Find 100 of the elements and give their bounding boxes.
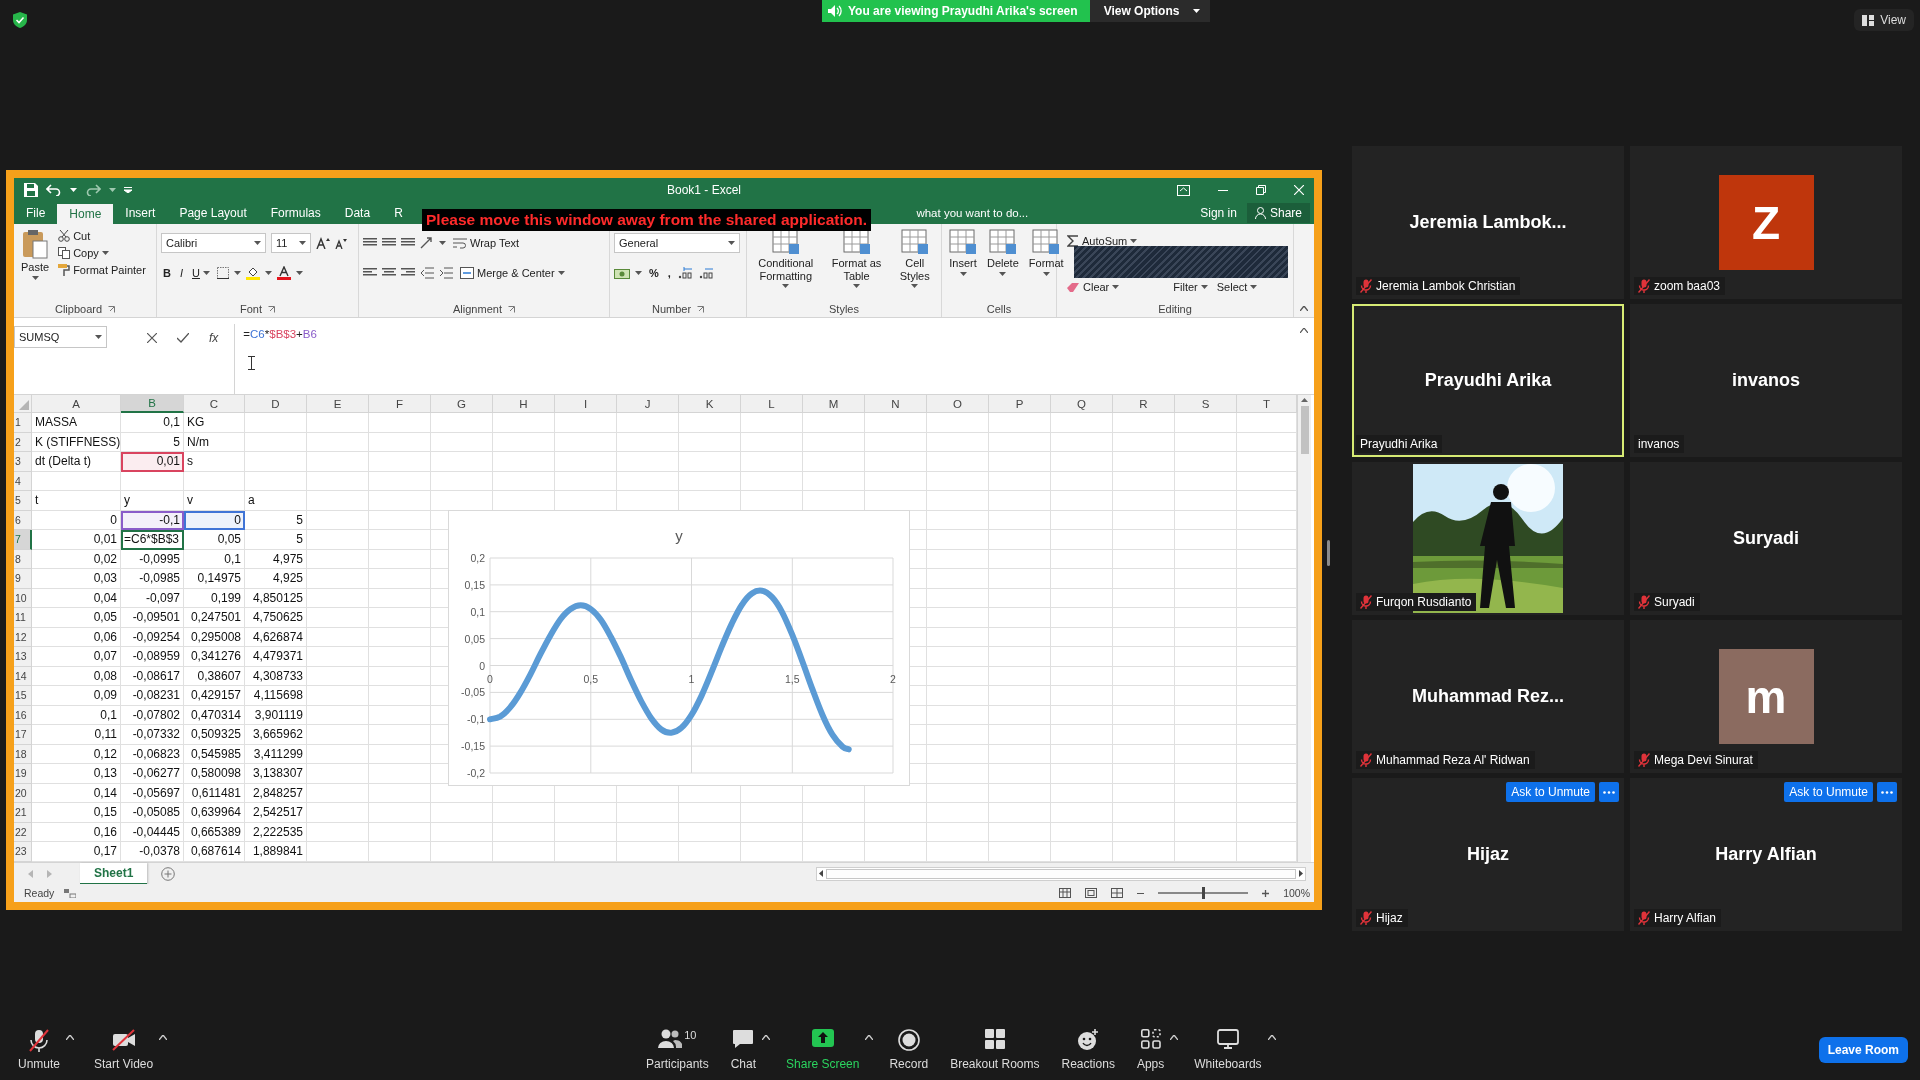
decrease-decimal-icon[interactable] [698, 267, 715, 279]
ribbon-button[interactable]: % [647, 266, 661, 280]
toolbar-button[interactable]: Apps [1130, 1029, 1171, 1071]
toolbar-button[interactable]: Share Screen [780, 1029, 866, 1071]
row-header[interactable]: 5 [14, 491, 32, 511]
toolbar-button[interactable]: Whiteboards [1188, 1029, 1268, 1071]
ribbon-tab[interactable]: R [382, 202, 415, 224]
ribbon-button[interactable]: U [190, 266, 212, 280]
column-header[interactable]: B [121, 395, 184, 413]
scrollbar-thumb[interactable] [1300, 406, 1309, 454]
column-header[interactable]: H [493, 395, 555, 413]
scrollbar-thumb[interactable] [826, 868, 1296, 879]
name-box[interactable]: SUMSQ [14, 326, 107, 348]
row-header[interactable]: 20 [14, 783, 32, 803]
sign-in-link[interactable]: Sign in [1194, 205, 1243, 221]
font-color-icon[interactable] [276, 266, 291, 280]
arrow-left-icon[interactable] [819, 870, 823, 877]
row-header[interactable]: 14 [14, 666, 32, 686]
ribbon-tab[interactable]: Data [332, 202, 383, 224]
page-break-icon[interactable] [1111, 888, 1124, 898]
column-header[interactable]: M [803, 395, 865, 413]
font-name-field[interactable]: Calibri [161, 233, 266, 253]
column-header[interactable]: S [1175, 395, 1237, 413]
number-format-field[interactable]: General [614, 233, 740, 253]
accounting-icon[interactable] [614, 267, 630, 279]
grow-font-icon[interactable] [316, 237, 330, 249]
row-header[interactable]: 21 [14, 803, 32, 823]
redo-icon[interactable] [85, 184, 101, 196]
shrink-font-icon[interactable] [335, 237, 347, 249]
dialog-launcher-icon[interactable] [108, 305, 116, 313]
ribbon-button[interactable]: I [177, 266, 185, 280]
row-header[interactable]: 2 [14, 432, 32, 452]
align-right-icon[interactable] [401, 267, 415, 279]
toolbar-button[interactable]: Start Video [88, 1029, 160, 1071]
minimize-icon[interactable] [1218, 189, 1228, 191]
column-header[interactable]: R [1113, 395, 1175, 413]
save-icon[interactable] [24, 183, 38, 197]
ribbon-tab[interactable]: Insert [113, 202, 168, 224]
align-bottom-icon[interactable] [401, 237, 415, 249]
more-button[interactable] [1877, 782, 1897, 802]
table-icon[interactable] [771, 229, 800, 255]
row-header[interactable]: 17 [14, 725, 32, 745]
close-icon[interactable] [1294, 185, 1304, 195]
column-header[interactable]: E [307, 395, 369, 413]
align-center-icon[interactable] [382, 267, 396, 279]
ribbon-button[interactable]: Select [1214, 280, 1260, 294]
ribbon-tab[interactable]: Page Layout [167, 202, 259, 224]
undo-icon[interactable] [46, 184, 62, 196]
page-layout-icon[interactable] [1085, 888, 1098, 898]
horizontal-scrollbar[interactable] [816, 866, 1306, 881]
toolbar-button[interactable]: Unmute [12, 1029, 67, 1071]
row-header[interactable]: 13 [14, 647, 32, 667]
view-button[interactable]: View [1854, 9, 1914, 31]
ribbon-tab[interactable]: Formulas [258, 202, 333, 224]
caret-icon[interactable] [1300, 328, 1308, 333]
slider-thumb[interactable] [1202, 887, 1206, 899]
ribbon-button[interactable]: , [665, 266, 673, 280]
ribbon-button[interactable]: Wrap Text [451, 236, 522, 250]
row-header[interactable]: 11 [14, 608, 32, 628]
leave-button[interactable]: Leave Room [1818, 1037, 1908, 1063]
column-header[interactable]: P [989, 395, 1051, 413]
dialog-launcher-icon[interactable] [697, 305, 705, 313]
resize-handle[interactable] [1327, 540, 1330, 566]
customize-icon[interactable] [124, 187, 132, 193]
row-header[interactable]: 4 [14, 471, 32, 491]
arrow-up-icon[interactable] [1301, 398, 1308, 402]
restore-icon[interactable] [1256, 185, 1266, 195]
align-middle-icon[interactable] [382, 237, 396, 249]
row-header[interactable]: 6 [14, 510, 32, 530]
fill-color-icon[interactable] [245, 266, 260, 280]
row-header[interactable]: 7 [14, 530, 32, 550]
ribbon-options-icon[interactable] [1177, 184, 1190, 196]
toolbar-button[interactable]: Chat [724, 1029, 763, 1071]
ask-to-unmute-button[interactable]: Ask to Unmute [1784, 782, 1873, 802]
ribbon-button[interactable]: Copy [56, 246, 148, 260]
ribbon-button[interactable]: B [161, 266, 173, 280]
ribbon-button[interactable]: Format [1025, 227, 1067, 301]
ribbon-button[interactable]: Merge & Center [458, 266, 567, 280]
font-size-field[interactable]: 11 [271, 233, 311, 253]
ribbon-tab[interactable]: Home [57, 204, 114, 224]
toolbar-button[interactable]: Record [883, 1029, 935, 1071]
row-header[interactable]: 10 [14, 588, 32, 608]
row-header[interactable]: 15 [14, 686, 32, 706]
row-header[interactable]: 22 [14, 822, 32, 842]
column-header[interactable]: F [369, 395, 431, 413]
row-header[interactable]: 9 [14, 569, 32, 589]
toolbar-button[interactable]: 10 Participants [640, 1029, 715, 1071]
enter-icon[interactable] [177, 333, 189, 343]
ribbon-tab[interactable]: File [14, 202, 58, 224]
ribbon-button[interactable]: Filter [1171, 280, 1210, 294]
row-header[interactable]: 12 [14, 627, 32, 647]
arrow-right-icon[interactable] [1299, 870, 1303, 877]
column-header[interactable]: T [1237, 395, 1297, 413]
ribbon-button[interactable]: Format Painter [56, 263, 148, 277]
align-left-icon[interactable] [363, 267, 377, 279]
cancel-icon[interactable] [147, 333, 157, 343]
column-header[interactable]: O [927, 395, 989, 413]
ribbon-button[interactable]: Cell Styles [896, 227, 933, 301]
column-header[interactable]: Q [1051, 395, 1113, 413]
increase-decimal-icon[interactable] [677, 267, 694, 279]
